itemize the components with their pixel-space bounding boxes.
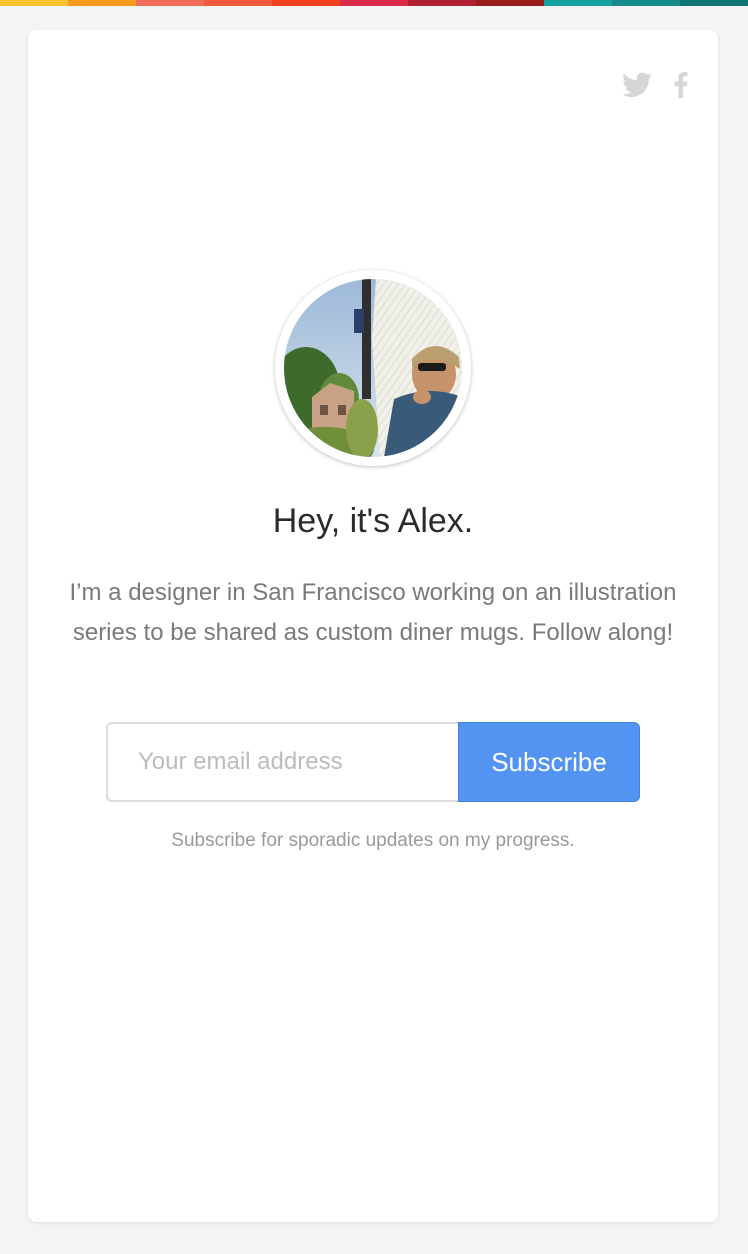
color-strip-segment bbox=[612, 0, 680, 6]
page-title: Hey, it's Alex. bbox=[272, 502, 474, 540]
color-strip-segment bbox=[136, 0, 204, 6]
avatar-photo bbox=[284, 279, 462, 457]
avatar bbox=[275, 270, 471, 466]
social-links bbox=[622, 72, 688, 103]
subscribe-form: Subscribe bbox=[106, 722, 640, 802]
subscribe-note: Subscribe for sporadic updates on my pro… bbox=[171, 830, 575, 851]
color-strip-segment bbox=[408, 0, 476, 6]
facebook-icon[interactable] bbox=[674, 72, 688, 103]
color-strip-segment bbox=[476, 0, 544, 6]
color-strip-segment bbox=[0, 0, 68, 6]
subscribe-button[interactable]: Subscribe bbox=[458, 722, 640, 802]
profile-card: Hey, it's Alex. I’m a designer in San Fr… bbox=[28, 30, 718, 1222]
email-field[interactable] bbox=[106, 722, 458, 802]
color-strip-segment bbox=[544, 0, 612, 6]
color-strip-segment bbox=[340, 0, 408, 6]
color-strip-segment bbox=[68, 0, 136, 6]
bio-text: I’m a designer in San Francisco working … bbox=[69, 579, 677, 646]
color-strip-segment bbox=[680, 0, 748, 6]
twitter-icon[interactable] bbox=[622, 72, 652, 103]
color-strip-segment bbox=[272, 0, 340, 6]
color-strip bbox=[0, 0, 748, 6]
color-strip-segment bbox=[204, 0, 272, 6]
